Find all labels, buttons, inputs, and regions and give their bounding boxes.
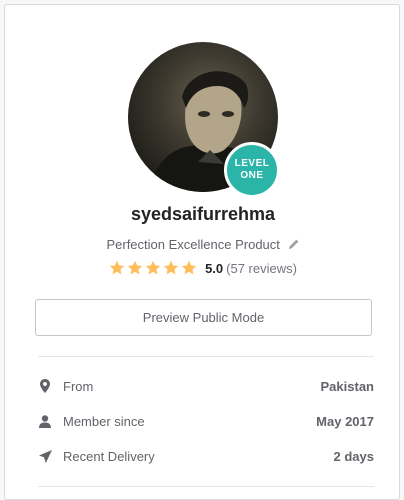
star-icon	[145, 260, 161, 275]
avatar-container: LEVEL ONE	[128, 42, 280, 198]
stat-row-member-since: Member since May 2017	[38, 411, 374, 431]
level-badge-line2: ONE	[240, 170, 264, 181]
stat-label: Member since	[63, 413, 145, 429]
rating-row: 5.0 (57 reviews)	[5, 260, 401, 276]
star-rating	[109, 260, 197, 276]
rating-score: 5.0	[205, 260, 224, 276]
star-icon	[163, 260, 179, 275]
stat-value: 2 days	[333, 448, 374, 464]
divider	[38, 486, 374, 487]
stat-label: Recent Delivery	[63, 448, 155, 464]
username[interactable]: syedsaifurrehma	[5, 204, 401, 225]
location-pin-icon	[38, 379, 52, 393]
star-icon	[127, 260, 143, 275]
tagline-text: Perfection Excellence Product	[106, 237, 280, 252]
star-icon	[109, 260, 125, 275]
paper-plane-icon	[38, 449, 52, 463]
star-icon	[181, 260, 197, 275]
edit-pencil-icon[interactable]	[288, 238, 300, 253]
review-count[interactable]: (57 reviews)	[226, 261, 297, 276]
tagline-row: Perfection Excellence Product	[5, 237, 401, 253]
seller-profile-card: LEVEL ONE syedsaifurrehma Perfection Exc…	[4, 4, 400, 500]
divider	[38, 356, 374, 357]
stat-row-from: From Pakistan	[38, 376, 374, 396]
preview-public-mode-button[interactable]: Preview Public Mode	[35, 299, 372, 336]
level-badge-line1: LEVEL	[234, 158, 270, 169]
stat-row-recent-delivery: Recent Delivery 2 days	[38, 446, 374, 466]
user-icon	[38, 414, 52, 428]
stat-value: May 2017	[316, 413, 374, 429]
stat-value: Pakistan	[320, 378, 374, 394]
stat-label: From	[63, 378, 94, 394]
level-badge: LEVEL ONE	[224, 142, 280, 198]
